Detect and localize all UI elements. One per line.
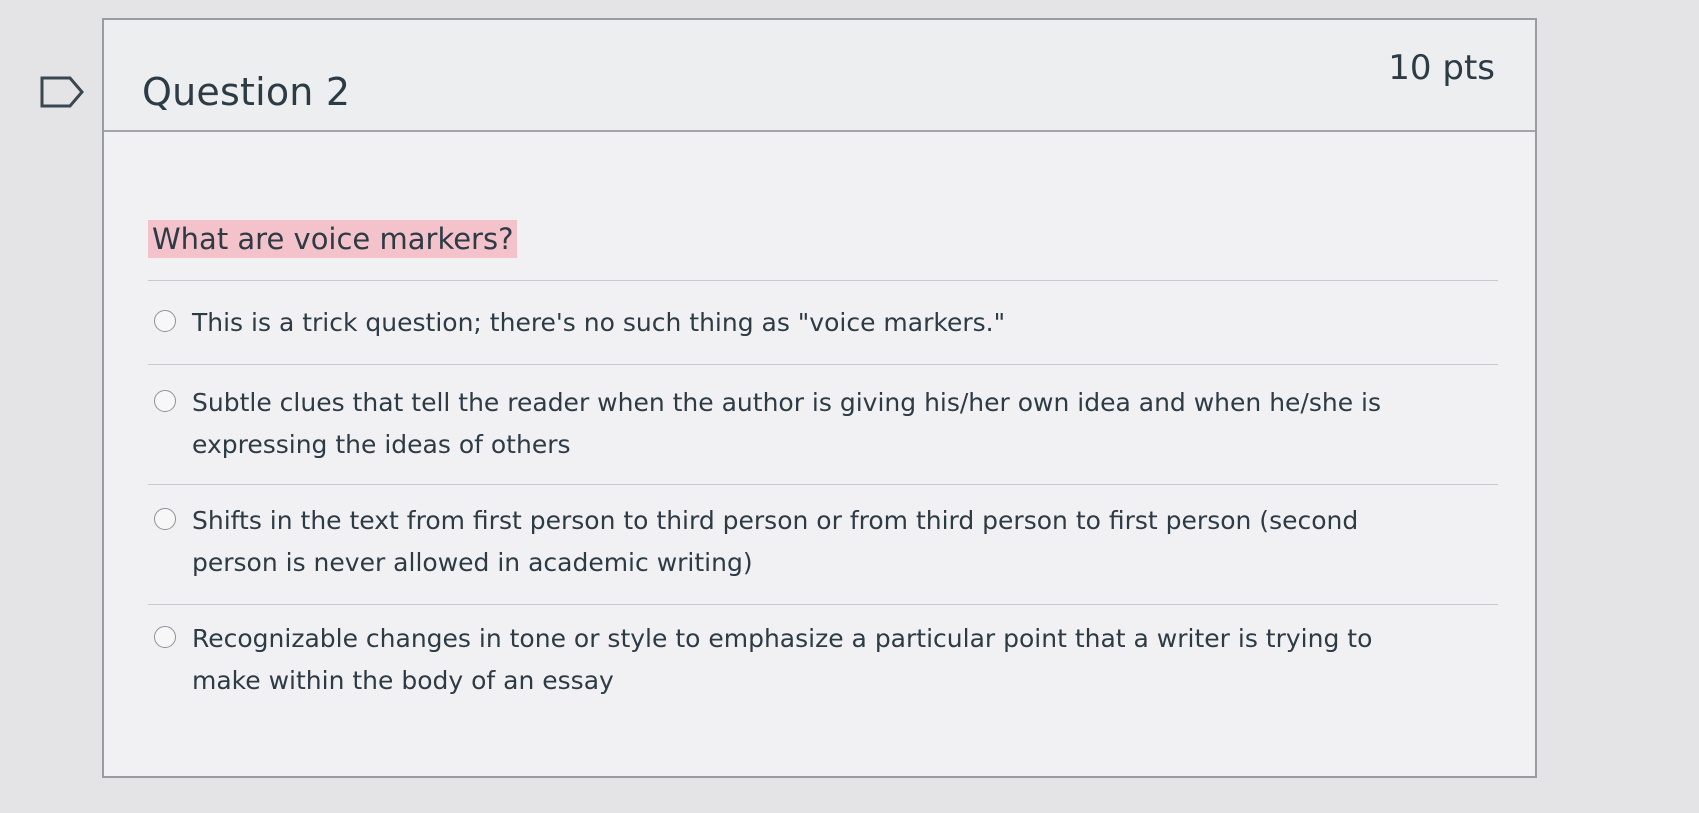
answer-label: This is a trick question; there's no suc… [192,308,1006,337]
answer-label: Shifts in the text from first person to … [192,506,1359,577]
radio-unselected-icon[interactable] [154,390,176,412]
flag-question-icon[interactable] [40,76,86,108]
divider [148,484,1498,485]
divider [148,364,1498,365]
question-header: Question 2 10 pts [104,20,1535,132]
radio-unselected-icon[interactable] [154,508,176,530]
answer-option-4[interactable]: Recognizable changes in tone or style to… [154,618,1382,702]
question-card: Question 2 10 pts What are voice markers… [102,18,1537,778]
answer-label: Recognizable changes in tone or style to… [192,624,1373,695]
question-text: What are voice markers? [148,220,518,258]
answer-option-1[interactable]: This is a trick question; there's no suc… [154,302,1005,344]
radio-unselected-icon[interactable] [154,310,176,332]
radio-unselected-icon[interactable] [154,626,176,648]
divider [148,604,1498,605]
answer-option-3[interactable]: Shifts in the text from first person to … [154,500,1382,584]
answer-label: Subtle clues that tell the reader when t… [192,388,1382,459]
question-points: 10 pts [1388,48,1495,88]
answer-option-2[interactable]: Subtle clues that tell the reader when t… [154,382,1382,466]
divider [148,280,1498,281]
question-title: Question 2 [142,70,351,114]
